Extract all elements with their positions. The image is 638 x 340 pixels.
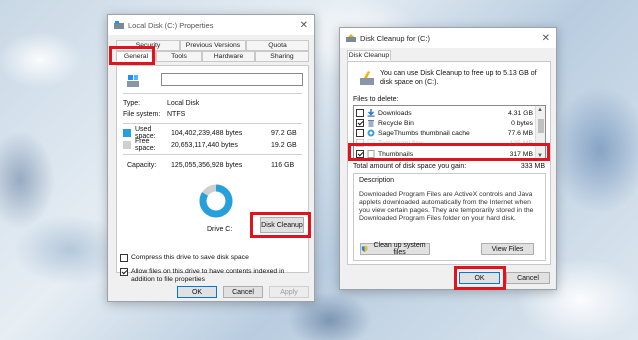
- used-space-row: Used space: 104,402,239,488 bytes 97.2 G…: [123, 126, 302, 140]
- list-item[interactable]: SageThumbs thumbnail cache 77.6 MB: [356, 128, 533, 138]
- filesystem-label: File system:: [123, 110, 161, 118]
- general-panel: Type: Local Disk File system: NTFS Used …: [116, 65, 309, 273]
- cleanup-body: Disk Cleanup You can use Disk Cleanup to…: [340, 48, 556, 290]
- disk-cleanup-window: Disk Cleanup for (C:) ✕ Disk Cleanup You…: [339, 27, 557, 290]
- properties-window: Local Disk (C:) Properties ✕ Security Pr…: [107, 14, 315, 302]
- close-icon[interactable]: ✕: [542, 33, 550, 44]
- type-row: Type: Local Disk: [123, 98, 302, 108]
- clean-up-system-files-label: Clean up system files: [373, 242, 426, 256]
- compress-label: Compress this drive to save disk space: [131, 254, 249, 261]
- compress-checkbox[interactable]: [120, 254, 128, 262]
- shield-icon: [361, 246, 368, 253]
- cleanup-title: Disk Cleanup for (C:): [360, 33, 431, 43]
- tab-tools[interactable]: Tools: [156, 51, 202, 62]
- free-swatch: [123, 141, 131, 149]
- divider: [123, 93, 302, 94]
- description-text: Downloaded Program Files are ActiveX con…: [359, 191, 534, 222]
- highlight-general-tab: [109, 46, 155, 65]
- volume-name-input[interactable]: [161, 73, 303, 86]
- free-bytes: 20,653,117,440 bytes: [171, 141, 238, 149]
- tab-quota[interactable]: Quota: [246, 40, 309, 51]
- capacity-label: Capacity:: [127, 161, 157, 169]
- type-label: Type:: [123, 99, 141, 107]
- type-value: Local Disk: [167, 99, 200, 107]
- files-to-delete-label: Files to delete:: [353, 96, 399, 103]
- drive-icon: [127, 75, 139, 87]
- ok-button[interactable]: OK: [177, 286, 217, 298]
- divider: [123, 123, 302, 124]
- free-label: Free space:: [135, 138, 156, 152]
- index-checkbox[interactable]: [120, 268, 128, 276]
- divider: [123, 154, 302, 155]
- capacity-bytes: 125,055,356,928 bytes: [171, 161, 243, 169]
- clean-up-system-files-button[interactable]: Clean up system files: [360, 242, 430, 256]
- total-gain-value: 333 MB: [520, 163, 545, 170]
- cleanup-titlebar: Disk Cleanup for (C:) ✕: [340, 28, 556, 48]
- view-files-button[interactable]: View Files: [481, 243, 534, 255]
- chevron-up-icon[interactable]: ▲: [537, 107, 543, 113]
- cancel-button[interactable]: Cancel: [223, 286, 263, 298]
- list-item[interactable]: Downloads 4.31 GB: [356, 108, 533, 118]
- cancel-button[interactable]: Cancel: [506, 272, 550, 284]
- index-label: Allow files on this drive to have conten…: [131, 268, 285, 283]
- properties-title: Local Disk (C:) Properties: [128, 20, 214, 30]
- file-name: Recycle Bin: [378, 119, 414, 127]
- downloads-icon: [367, 109, 375, 117]
- file-size: 0 bytes: [511, 119, 533, 127]
- description-title: Description: [359, 177, 395, 184]
- drive-label: Drive C:: [207, 226, 233, 233]
- free-gb: 19.2 GB: [271, 141, 297, 149]
- filesystem-row: File system: NTFS: [123, 109, 302, 119]
- tab-hardware[interactable]: Hardware: [202, 51, 255, 62]
- used-bytes: 104,402,239,488 bytes: [171, 129, 243, 137]
- tab-previous-versions[interactable]: Previous Versions: [180, 40, 246, 51]
- highlight-thumbnails-row: [348, 143, 550, 161]
- scrollbar-thumb[interactable]: [538, 119, 544, 133]
- free-space-row: Free space: 20,653,117,440 bytes 19.2 GB: [123, 138, 302, 152]
- used-gb: 97.2 GB: [271, 129, 297, 137]
- cleanup-panel: You can use Disk Cleanup to free up to 5…: [347, 61, 551, 265]
- file-checkbox[interactable]: [356, 119, 364, 127]
- recycle-bin-icon: [368, 120, 374, 127]
- highlight-disk-cleanup: [250, 212, 311, 238]
- filesystem-value: NTFS: [167, 110, 186, 118]
- used-swatch: [123, 129, 131, 137]
- description-group: Description Downloaded Program Files are…: [353, 173, 546, 261]
- tab-disk-cleanup[interactable]: Disk Cleanup: [347, 50, 391, 61]
- file-checkbox[interactable]: [356, 129, 364, 137]
- file-checkbox[interactable]: [356, 109, 364, 117]
- capacity-gb: 116 GB: [271, 161, 295, 169]
- cleanup-intro: You can use Disk Cleanup to free up to 5…: [380, 70, 537, 86]
- total-gain-label: Total amount of disk space you gain:: [353, 163, 467, 170]
- properties-titlebar: Local Disk (C:) Properties ✕: [108, 15, 314, 35]
- drive-icon: [114, 21, 124, 29]
- file-size: 77.6 MB: [507, 129, 533, 137]
- file-name: SageThumbs thumbnail cache: [378, 129, 470, 137]
- thumbnail-cache-icon: [367, 129, 375, 137]
- disk-cleanup-icon: [346, 34, 356, 42]
- close-icon[interactable]: ✕: [300, 20, 308, 31]
- total-gain-row: Total amount of disk space you gain: 333…: [353, 163, 545, 170]
- capacity-row: Capacity: 125,055,356,928 bytes 116 GB: [123, 160, 302, 170]
- list-item[interactable]: Recycle Bin 0 bytes: [356, 118, 533, 128]
- tab-sharing[interactable]: Sharing: [255, 51, 309, 62]
- file-size: 4.31 GB: [508, 109, 533, 117]
- file-name: Downloads: [378, 109, 412, 117]
- disk-cleanup-icon: [360, 71, 374, 85]
- properties-body: Security Previous Versions Quota General…: [108, 35, 314, 301]
- apply-button[interactable]: Apply: [269, 286, 309, 298]
- usage-donut: [199, 184, 233, 218]
- highlight-ok-button: [454, 266, 506, 290]
